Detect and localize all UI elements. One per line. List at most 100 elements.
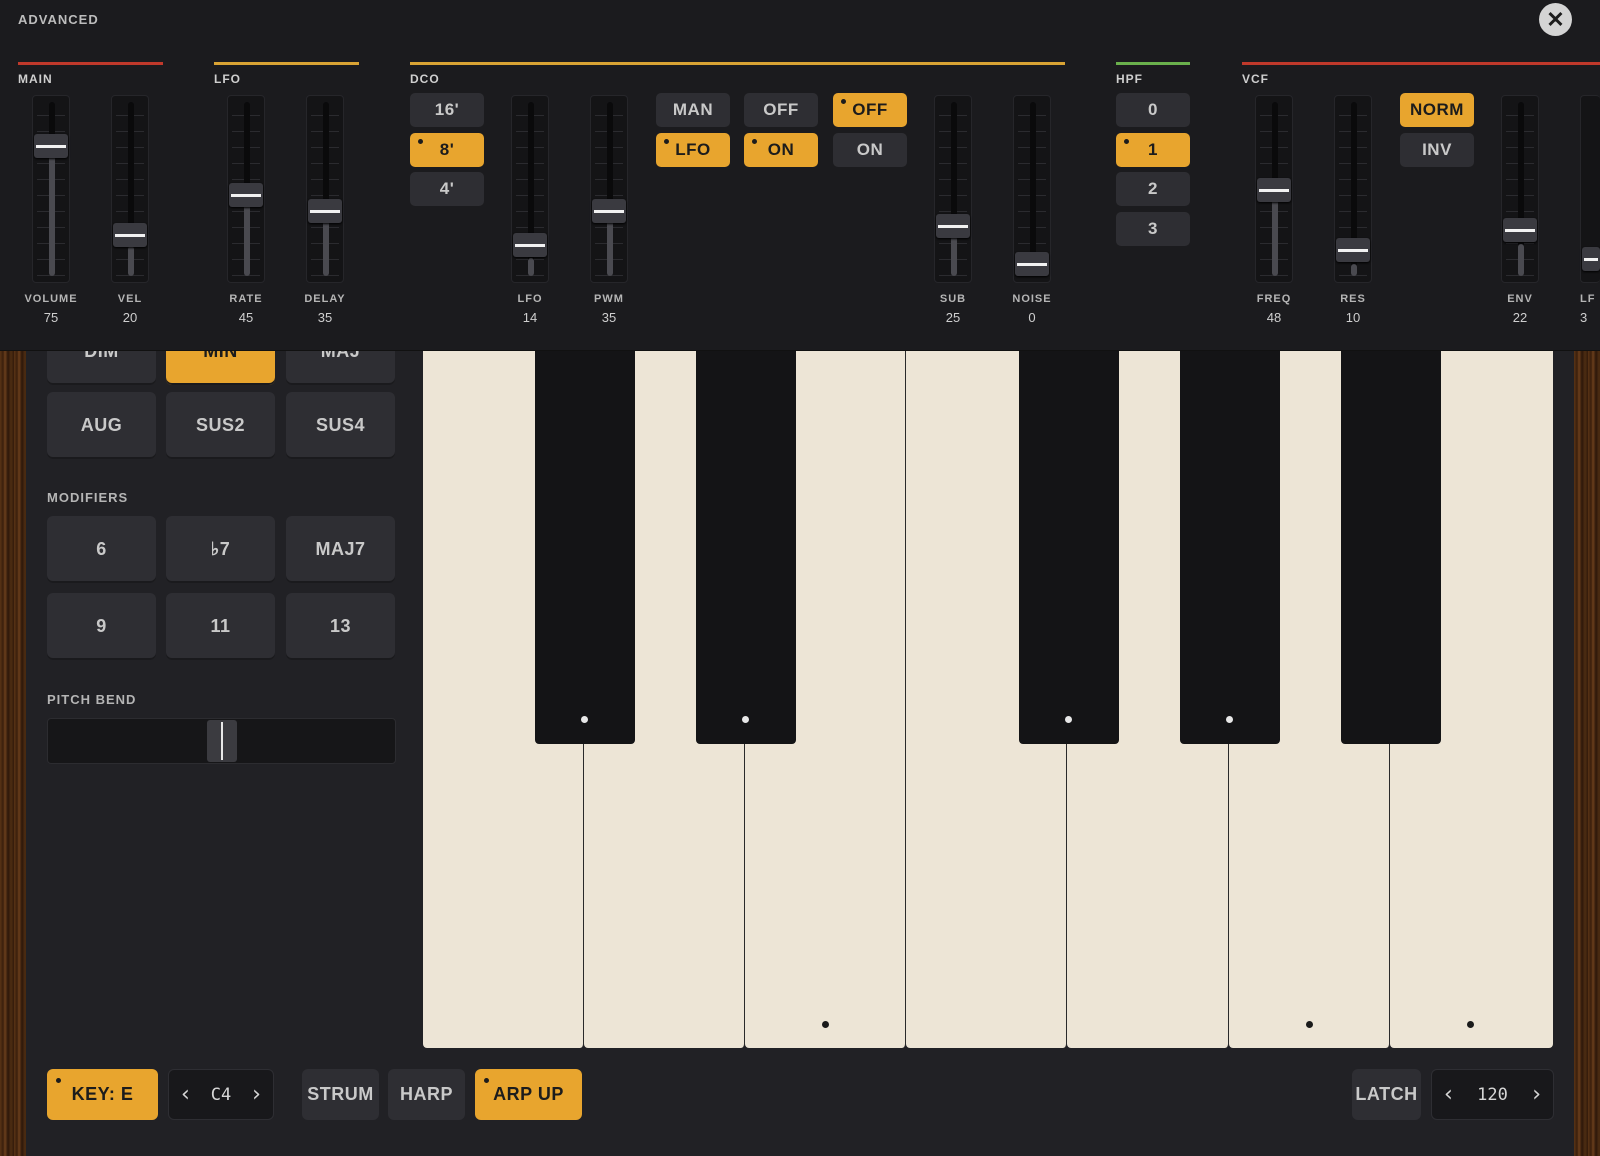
key-marker-dot <box>1306 1021 1313 1028</box>
noise-value: 0 <box>1028 310 1036 325</box>
chevron-right-icon[interactable]: › <box>1532 1082 1541 1107</box>
advanced-title: ADVANCED <box>18 12 99 27</box>
active-led <box>752 139 757 144</box>
modifier-11-button[interactable]: 11 <box>166 593 275 660</box>
freq-slider-knob[interactable] <box>1257 178 1291 202</box>
key-label: KEY: E <box>71 1084 134 1104</box>
rate-slider-knob[interactable] <box>229 183 263 207</box>
octave-stepper: ‹ C4 › <box>168 1069 274 1120</box>
env-label: ENV <box>1507 293 1533 305</box>
close-icon[interactable]: ✕ <box>1539 3 1572 36</box>
modifier-9-button[interactable]: 9 <box>47 593 156 660</box>
pitch-bend-handle[interactable] <box>207 720 237 762</box>
env-norm-button[interactable]: NORM <box>1400 93 1474 127</box>
volume-slider[interactable] <box>32 95 70 283</box>
dco-range-8-button[interactable]: 8' <box>410 133 484 167</box>
modifier-flat7-button[interactable]: ♭7 <box>166 516 275 583</box>
delay-slider-knob[interactable] <box>308 199 342 223</box>
modifier-maj7-button[interactable]: MAJ7 <box>286 516 395 583</box>
volume-value: 75 <box>43 310 59 325</box>
pitch-bend-slider[interactable] <box>47 718 396 764</box>
key-marker-dot <box>581 716 588 723</box>
dco-lfo-label: LFO <box>517 293 543 305</box>
noise-slider-knob[interactable] <box>1015 252 1049 276</box>
modifier-13-button[interactable]: 13 <box>286 593 395 660</box>
chevron-right-icon[interactable]: › <box>252 1082 261 1107</box>
bpm-stepper: ‹ 120 › <box>1431 1069 1554 1120</box>
lfo-group-label: LFO <box>214 72 241 86</box>
vel-slider[interactable] <box>111 95 149 283</box>
pwm-lfo-label: LFO <box>675 140 711 159</box>
pwm-value: 35 <box>601 310 617 325</box>
pwm-slider-knob[interactable] <box>592 199 626 223</box>
black-key[interactable] <box>1180 350 1280 744</box>
hpf-group-line <box>1116 62 1190 65</box>
main-group-label: MAIN <box>18 72 53 86</box>
active-led <box>1124 139 1129 144</box>
volume-slider-knob[interactable] <box>34 134 68 158</box>
latch-button[interactable]: LATCH <box>1352 1069 1421 1120</box>
dco-range-4-button[interactable]: 4' <box>410 172 484 206</box>
chord-sus4-button[interactable]: SUS4 <box>286 392 395 459</box>
toggle-a-off-button[interactable]: OFF <box>744 93 818 127</box>
vel-slider-knob[interactable] <box>113 223 147 247</box>
strum-button[interactable]: STRUM <box>302 1069 379 1120</box>
modifiers-label: MODIFIERS <box>47 490 129 505</box>
res-slider-knob[interactable] <box>1336 238 1370 262</box>
sub-value: 25 <box>945 310 961 325</box>
sub-slider-knob[interactable] <box>936 214 970 238</box>
key-marker-dot <box>742 716 749 723</box>
rate-slider[interactable] <box>227 95 265 283</box>
hpf-group-label: HPF <box>1116 72 1143 86</box>
arp-up-button[interactable]: ARP UP <box>475 1069 582 1120</box>
dco-lfo-slider[interactable] <box>511 95 549 283</box>
pwm-slider[interactable] <box>590 95 628 283</box>
vel-label: VEL <box>117 293 143 305</box>
active-led <box>841 99 846 104</box>
noise-slider[interactable] <box>1013 95 1051 283</box>
env-slider[interactable] <box>1501 95 1539 283</box>
black-key[interactable] <box>696 350 796 744</box>
active-led <box>664 139 669 144</box>
active-led <box>418 139 423 144</box>
res-label: RES <box>1340 293 1366 305</box>
active-led <box>56 1078 61 1083</box>
harp-button[interactable]: HARP <box>388 1069 465 1120</box>
freq-slider[interactable] <box>1255 95 1293 283</box>
hpf-0-button[interactable]: 0 <box>1116 93 1190 127</box>
hpf-2-button[interactable]: 2 <box>1116 172 1190 206</box>
black-key[interactable] <box>1019 350 1119 744</box>
dco-range-16-button[interactable]: 16' <box>410 93 484 127</box>
delay-value: 35 <box>317 310 333 325</box>
toggle-b-off-button[interactable]: OFF <box>833 93 907 127</box>
main-group-line <box>18 62 163 65</box>
env-inv-button[interactable]: INV <box>1400 133 1474 167</box>
sub-slider[interactable] <box>934 95 972 283</box>
dco-lfo-slider-knob[interactable] <box>513 233 547 257</box>
advanced-panel: ADVANCED ✕ MAIN LFO DCO HPF VCF VOLUME 7… <box>0 0 1600 351</box>
res-slider[interactable] <box>1334 95 1372 283</box>
arp-label: ARP UP <box>493 1084 564 1104</box>
key-marker-dot <box>822 1021 829 1028</box>
env-slider-knob[interactable] <box>1503 218 1537 242</box>
pwm-man-button[interactable]: MAN <box>656 93 730 127</box>
modifier-6-button[interactable]: 6 <box>47 516 156 583</box>
black-key[interactable] <box>1341 350 1441 744</box>
pwm-label: PWM <box>594 293 624 305</box>
pwm-lfo-button[interactable]: LFO <box>656 133 730 167</box>
piano-keyboard <box>423 350 1553 1048</box>
chevron-left-icon[interactable]: ‹ <box>1444 1082 1453 1107</box>
hpf-3-button[interactable]: 3 <box>1116 212 1190 246</box>
delay-slider[interactable] <box>306 95 344 283</box>
env-value: 22 <box>1512 310 1528 325</box>
lf-slider[interactable] <box>1580 95 1600 283</box>
toggle-a-on-button[interactable]: ON <box>744 133 818 167</box>
lf-slider-knob[interactable] <box>1582 247 1600 271</box>
chord-sus2-button[interactable]: SUS2 <box>166 392 275 459</box>
chevron-left-icon[interactable]: ‹ <box>181 1082 190 1107</box>
hpf-1-button[interactable]: 1 <box>1116 133 1190 167</box>
black-key[interactable] <box>535 350 635 744</box>
toggle-b-on-button[interactable]: ON <box>833 133 907 167</box>
key-select-button[interactable]: KEY: E <box>47 1069 158 1120</box>
chord-aug-button[interactable]: AUG <box>47 392 156 459</box>
